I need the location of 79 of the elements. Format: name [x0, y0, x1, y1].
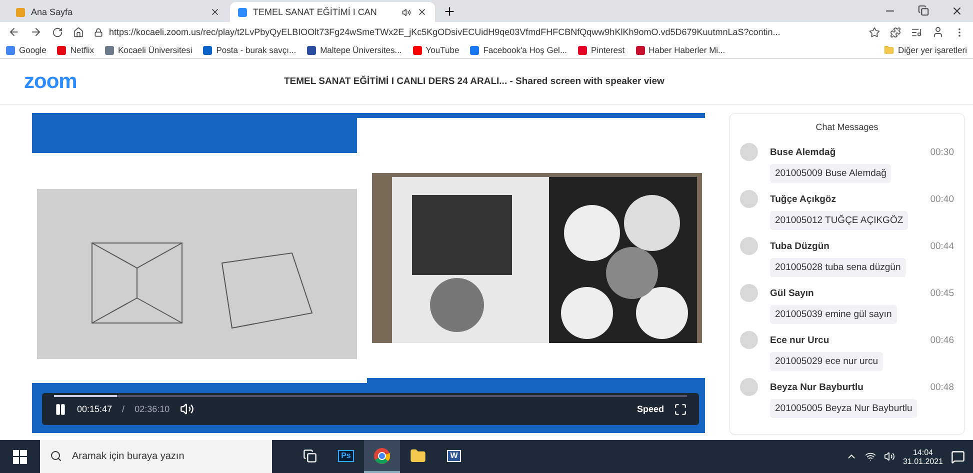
- bookmark-link[interactable]: YouTube: [412, 45, 460, 55]
- message-time: 00:46: [930, 334, 954, 346]
- recording-title: TEMEL SANAT EĞİTİMİ I CANLI DERS 24 ARALI... - Shared screen with speaker view: [284, 76, 664, 87]
- bookmark-link[interactable]: Maltepe Üniversites...: [307, 45, 402, 55]
- close-icon[interactable]: [951, 5, 963, 17]
- browser-tab[interactable]: Ana Sayfa: [8, 2, 228, 22]
- notification-icon[interactable]: [951, 450, 965, 464]
- message-time: 00:44: [930, 240, 954, 252]
- zoom-logo: zoom: [24, 70, 78, 94]
- chat-title: Chat Messages: [814, 122, 880, 132]
- restore-icon[interactable]: [918, 5, 929, 16]
- message-bubble: 201005029 ece nur urcu: [770, 352, 883, 371]
- close-icon[interactable]: [417, 7, 427, 17]
- clock-date[interactable]: 31.01.2021: [902, 456, 943, 466]
- avatar: [740, 237, 758, 255]
- clock-time[interactable]: 14:04: [912, 448, 933, 456]
- sender-name: Buse Alemdağ: [770, 146, 837, 158]
- windows-logo-icon: [13, 450, 27, 464]
- lock-icon: [94, 28, 103, 36]
- photoshop-icon[interactable]: Ps: [338, 450, 354, 462]
- message-time: 00:40: [930, 194, 954, 204]
- bookmark-link[interactable]: Facebook'a Hoş Gel...: [470, 45, 568, 55]
- network-icon[interactable]: [864, 451, 876, 462]
- url-text[interactable]: https://kocaeli.zoom.us/rec/play/t2LvPbyQyELBIOOlt73Fg24wSmeTWx2E_jKc5KgODsivECUidH9qe03VfmdFHFCBNfQqww9hKlKh9omO.vd5D679KuutmnLaS?contin...: [109, 27, 780, 37]
- folder-icon[interactable]: [410, 448, 426, 464]
- sender-name: Ece nur Urcu: [770, 334, 830, 346]
- tab-favicon-icon: [16, 8, 25, 16]
- task-view-icon[interactable]: [303, 448, 317, 462]
- folder-icon: [884, 45, 894, 55]
- bookmark-star-icon[interactable]: [869, 26, 880, 38]
- bookmark-link[interactable]: Netflix: [57, 45, 94, 55]
- avatar: [740, 331, 758, 349]
- message-bubble: 201005009 Buse Alemdağ: [770, 164, 892, 183]
- taskbar-search-field[interactable]: Aramak için buraya yazın: [40, 440, 272, 473]
- bookmark-link[interactable]: Pinterest: [578, 45, 625, 55]
- avatar: [740, 284, 758, 302]
- message-bubble: 201005028 tuba sena düzgün: [770, 258, 906, 277]
- message-time: 00:48: [930, 382, 954, 392]
- speaker-icon[interactable]: [884, 451, 895, 462]
- reload-icon[interactable]: [52, 26, 63, 38]
- volume-button[interactable]: [180, 402, 194, 416]
- bookmark-link[interactable]: Haber Haberler Mi...: [636, 45, 726, 55]
- avatar: [740, 190, 758, 208]
- bookmark-link[interactable]: Kocaeli Üniversitesi: [105, 45, 192, 55]
- home-icon[interactable]: [73, 26, 84, 38]
- duration-time: 02:36:10: [134, 404, 170, 414]
- bookmark-link[interactable]: Posta - burak savçı...: [203, 45, 296, 55]
- message-bubble: 201005039 emine gül sayın: [770, 305, 897, 324]
- browser-icon[interactable]: [374, 448, 390, 464]
- message-time: 00:45: [930, 288, 954, 298]
- sender-name: Tuğçe Açıkgöz: [770, 194, 837, 204]
- message-bubble: 201005005 Beyza Nur Bayburtlu: [770, 399, 918, 418]
- close-icon[interactable]: [210, 7, 220, 17]
- fullscreen-button[interactable]: [674, 402, 687, 416]
- profile-avatar[interactable]: [932, 26, 944, 38]
- current-time: 00:15:47: [77, 404, 112, 414]
- sender-name: Gül Sayın: [770, 288, 815, 298]
- message-bubble: 201005012 TUĞÇE AÇIKGÖZ: [770, 211, 908, 230]
- extension-icon[interactable]: [890, 26, 901, 38]
- sender-name: Beyza Nur Bayburtlu: [770, 382, 864, 392]
- word-icon[interactable]: W: [447, 450, 461, 462]
- taskbar-app-button[interactable]: W: [436, 440, 472, 473]
- pause-button[interactable]: [54, 402, 67, 416]
- forward-icon[interactable]: [30, 26, 42, 38]
- other-bookmarks-link[interactable]: Diğer yer işaretleri: [884, 45, 967, 55]
- back-icon[interactable]: [8, 26, 20, 38]
- search-icon: [50, 450, 62, 462]
- time-separator: /: [122, 404, 125, 414]
- avatar: [740, 378, 758, 396]
- browser-tab[interactable]: TEMEL SANAT EĞİTİMİ I CAN: [230, 2, 435, 22]
- new-tab-icon[interactable]: [443, 4, 456, 18]
- avatar: [740, 143, 758, 161]
- media-icon[interactable]: [911, 26, 922, 38]
- bookmark-link[interactable]: Google: [6, 45, 46, 55]
- message-time: 00:30: [930, 146, 954, 158]
- speed-button[interactable]: Speed: [636, 404, 664, 414]
- sender-name: Tuba Düzgün: [770, 240, 830, 252]
- taskbar-app-button[interactable]: Ps: [328, 440, 364, 473]
- tab-favicon-icon: [238, 8, 247, 16]
